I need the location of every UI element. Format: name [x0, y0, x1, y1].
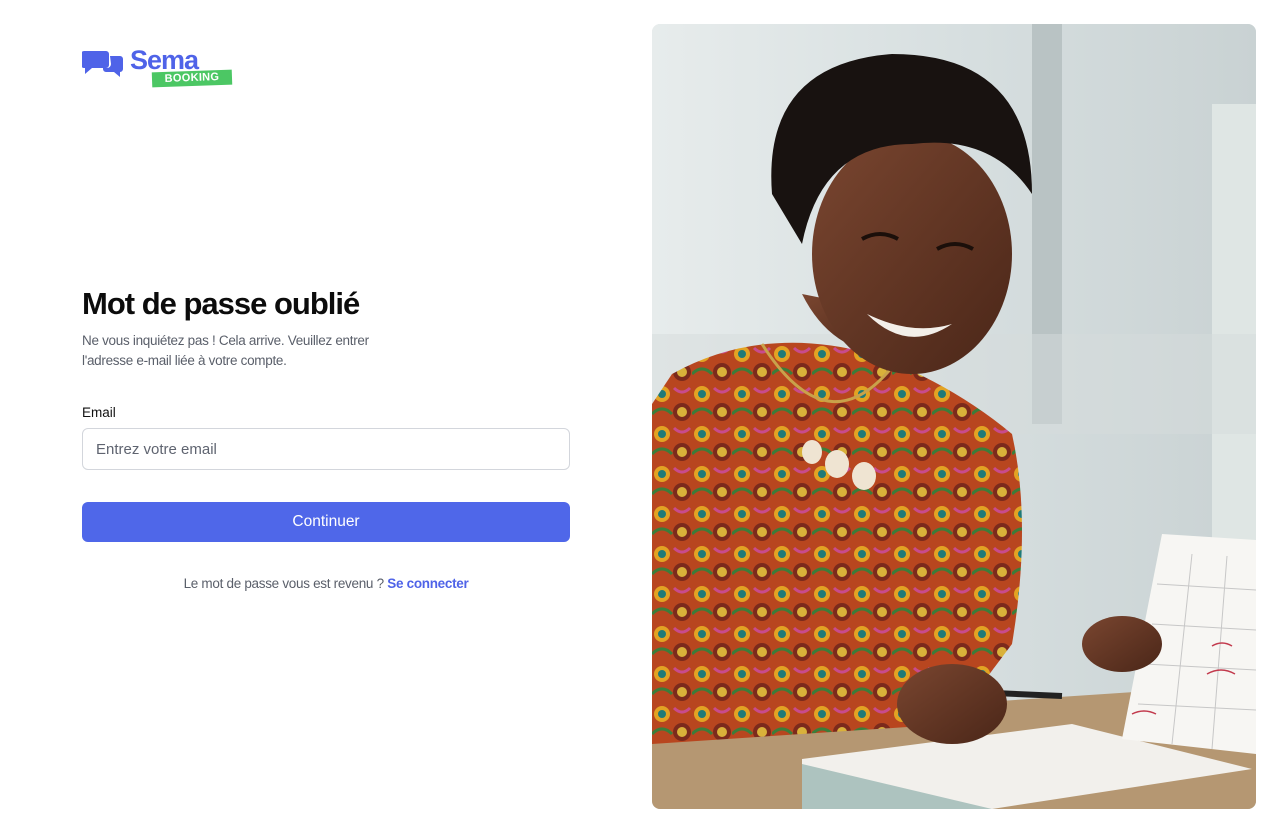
page-title: Mot de passe oublié [82, 286, 360, 321]
woman-with-calendar-illustration [652, 24, 1256, 809]
login-prompt: Le mot de passe vous est revenu ? Se con… [82, 576, 570, 591]
login-link[interactable]: Se connecter [387, 576, 468, 591]
continue-button[interactable]: Continuer [82, 502, 570, 542]
hero-image [652, 24, 1256, 809]
brand-tag: BOOKING [151, 69, 233, 88]
page-subtitle: Ne vous inquiétez pas ! Cela arrive. Veu… [82, 333, 369, 368]
brand-logo: Sema BOOKING [82, 45, 233, 89]
login-prompt-text: Le mot de passe vous est revenu ? [183, 576, 385, 591]
chat-bubbles-icon [82, 51, 123, 77]
email-label: Email [82, 405, 116, 420]
forgot-password-form: Mot de passe oublié Ne vous inquiétez pa… [82, 285, 570, 591]
email-input[interactable] [82, 428, 570, 470]
